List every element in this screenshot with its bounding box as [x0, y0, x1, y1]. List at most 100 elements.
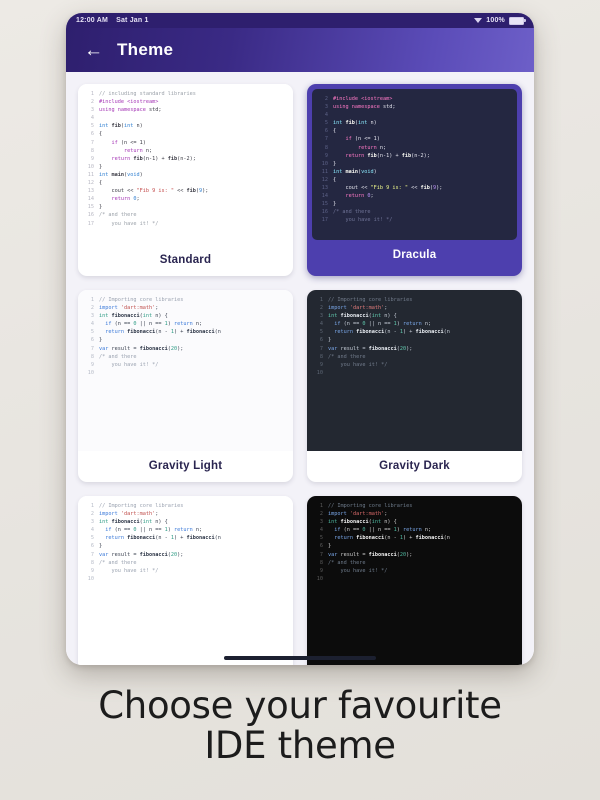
theme-list-scroll-area[interactable]: 1 // including standard libraries 2 #includ…: [66, 72, 534, 665]
code-line: 5 return fibonacci(n - 1) + fibonacci(n: [312, 328, 517, 336]
code-token: n) {: [155, 519, 168, 526]
code-token: ) +: [173, 329, 187, 336]
code-line: 3 using namespace std;: [83, 106, 288, 114]
code-line: 13 cout << "Fib 9 is: " << fib(9);: [83, 187, 288, 195]
code-token: );: [202, 188, 209, 195]
code-token: n) {: [384, 519, 397, 526]
promo-caption-line2: IDE theme: [204, 724, 396, 767]
code-token: 'dart:math': [120, 511, 156, 518]
code-token: n;: [379, 144, 387, 151]
line-number: 3: [90, 313, 94, 320]
line-number: 17: [87, 220, 94, 227]
code-token: /* and there: [99, 353, 137, 360]
code-token: int: [371, 313, 385, 320]
line-number: 1: [319, 297, 323, 303]
line-number: 15: [321, 201, 328, 208]
code-token: fibonacci: [368, 345, 397, 352]
line-number: 7: [90, 139, 94, 146]
code-token: return: [99, 147, 146, 154]
code-preview-gravity-light: 1 // Importing core libraries 2 import 'dar…: [78, 290, 293, 451]
code-token: n): [136, 123, 143, 130]
line-number: 2: [319, 305, 323, 312]
line-number: 13: [321, 185, 328, 192]
line-number: 1: [319, 503, 323, 509]
line-number: 2: [90, 99, 94, 106]
code-token: /* and there: [99, 559, 137, 566]
code-token: int: [333, 120, 346, 127]
code-token: return: [333, 144, 380, 151]
code-token: result =: [111, 345, 140, 352]
code-token: // Importing core libraries: [99, 503, 184, 509]
theme-card-light-extra[interactable]: 1 // Importing core libraries 2 import 'dar…: [78, 496, 293, 665]
code-line: 4 if (n == 0 || n == 1) return n;: [83, 320, 288, 328]
code-token: return: [402, 321, 425, 328]
status-bar: 12:00 AM Sat Jan 1 100%: [66, 13, 534, 28]
code-token: #include: [333, 96, 362, 102]
code-token: void: [361, 168, 374, 175]
theme-card-standard[interactable]: 1 // including standard libraries 2 #includ…: [78, 84, 293, 276]
code-token: (n ==: [343, 527, 363, 534]
code-token: import: [328, 305, 350, 312]
arrow-left-icon[interactable]: ←: [84, 41, 103, 60]
page-title: Theme: [117, 40, 174, 59]
code-line: 2 import 'dart:math';: [83, 510, 288, 518]
code-line: 9 you have it! */: [312, 567, 517, 575]
code-token: fibonacci: [139, 345, 168, 352]
code-token: {: [99, 180, 103, 187]
line-number: 10: [321, 160, 328, 167]
code-token: import: [99, 511, 121, 518]
code-token: (n ==: [343, 321, 363, 328]
code-token: (n-2);: [411, 152, 430, 159]
line-number: 8: [319, 353, 323, 360]
code-token: fibonacci: [139, 551, 168, 558]
code-token: fib: [367, 152, 377, 159]
code-token: (n: [214, 329, 221, 336]
code-token: ;: [155, 511, 159, 518]
code-line: 9 you have it! */: [83, 567, 288, 575]
theme-card-gravity-dark[interactable]: 1 // Importing core libraries 2 import 'dar…: [307, 290, 522, 482]
code-preview-standard: 1 // including standard libraries 2 #includ…: [78, 84, 293, 245]
theme-card-label-gravity-light: Gravity Light: [148, 460, 223, 472]
code-token: ) +: [402, 329, 416, 336]
code-line: 2 #include <iostream>: [83, 98, 288, 106]
code-line: 3 using namespace std;: [317, 103, 512, 111]
theme-card-gravity-light[interactable]: 1 // Importing core libraries 2 import 'dar…: [78, 290, 293, 482]
code-token: return: [99, 155, 134, 162]
code-token: fibonacci: [415, 329, 444, 336]
code-token: fibonacci: [356, 329, 385, 336]
code-line: 16 /* and there: [317, 208, 512, 216]
code-line: 7 if (n <= 1): [83, 139, 288, 147]
code-token: // Importing core libraries: [99, 297, 184, 303]
code-token: return: [99, 329, 128, 336]
code-token: namespace: [117, 107, 149, 114]
theme-card-dracula[interactable]: 2 #include <iostream> 3 using namespace std…: [307, 84, 522, 276]
code-line: 15}: [83, 203, 288, 211]
code-line: 6}: [312, 336, 517, 344]
line-number: 4: [90, 321, 94, 328]
theme-card-black-extra[interactable]: 1 // Importing core libraries 2 import 'dar…: [307, 496, 522, 665]
code-token: fibonacci: [127, 535, 156, 542]
line-number: 16: [87, 212, 94, 219]
code-line: 9 you have it! */: [312, 361, 517, 369]
line-number: 11: [321, 168, 328, 175]
code-line: 6}: [312, 542, 517, 550]
code-line: 6}: [83, 542, 288, 550]
line-number: 5: [319, 329, 323, 336]
code-token: int: [358, 120, 371, 127]
code-line: 1 // Importing core libraries: [312, 296, 517, 304]
line-number: 6: [319, 543, 323, 550]
app-bar: ← Theme: [66, 28, 534, 72]
code-line: 5 return fibonacci(n - 1) + fibonacci(n: [83, 534, 288, 542]
code-token: fib: [345, 120, 355, 127]
code-token: || n ==: [365, 527, 394, 534]
line-number: 7: [90, 551, 94, 558]
screenshot-stage: 12:00 AM Sat Jan 1 100% ← Theme 1 // incl…: [0, 0, 600, 800]
code-token: <<: [173, 188, 187, 195]
line-number: 3: [90, 107, 94, 114]
line-number: 12: [87, 180, 94, 187]
theme-card-label-gravity-dark: Gravity Dark: [379, 460, 450, 472]
code-token: }: [328, 337, 332, 344]
code-token: || n ==: [365, 321, 394, 328]
status-bar-right: 100%: [474, 16, 526, 25]
code-token: namespace: [351, 104, 383, 111]
